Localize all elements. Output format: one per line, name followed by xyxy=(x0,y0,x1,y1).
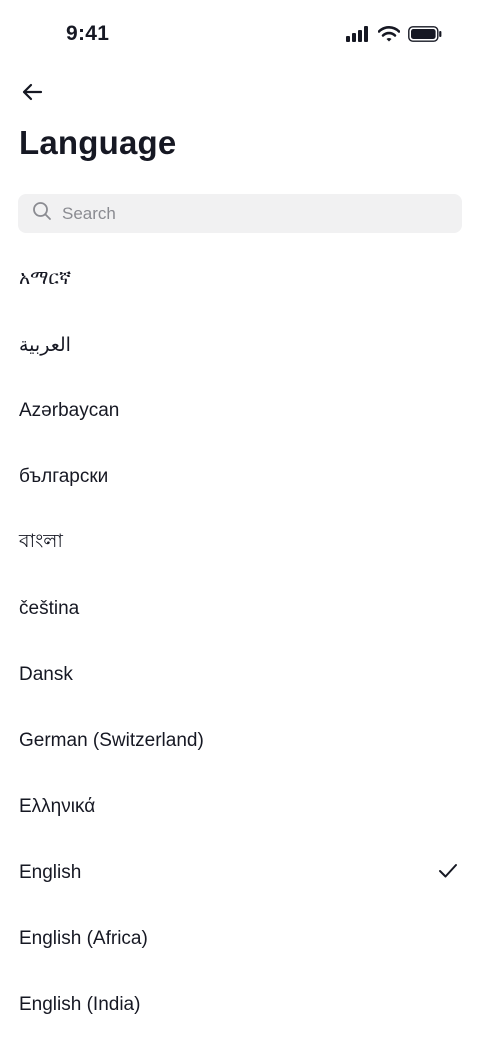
language-item-selected[interactable]: English xyxy=(0,840,480,906)
language-label: বাংলা xyxy=(19,531,63,552)
back-button[interactable] xyxy=(14,76,50,112)
status-bar: 9:41 xyxy=(0,0,480,72)
language-label: Dansk xyxy=(19,664,73,685)
language-list: አማርኛ العربية Azərbaycan български বাংলা … xyxy=(0,246,480,1038)
language-item[interactable]: English (Africa) xyxy=(0,906,480,972)
status-time: 9:41 xyxy=(66,22,110,45)
language-item[interactable]: Ελληνικά xyxy=(0,774,480,840)
page-title: Language xyxy=(19,124,177,161)
language-label: English (India) xyxy=(19,994,141,1015)
language-item[interactable]: العربية xyxy=(0,312,480,378)
wifi-icon xyxy=(377,26,401,47)
language-label: English xyxy=(19,862,82,883)
search-bar[interactable] xyxy=(18,194,462,233)
language-item[interactable]: Dansk xyxy=(0,642,480,708)
language-label: العربية xyxy=(19,334,71,356)
cellular-signal-icon xyxy=(346,26,370,47)
arrow-left-icon xyxy=(21,83,43,106)
language-label: български xyxy=(19,466,109,487)
language-label: čeština xyxy=(19,598,80,619)
language-item[interactable]: English (India) xyxy=(0,972,480,1038)
language-label: English (Africa) xyxy=(19,928,148,949)
language-item[interactable]: čeština xyxy=(0,576,480,642)
language-label: Azərbaycan xyxy=(19,400,120,421)
language-item[interactable]: Azərbaycan xyxy=(0,378,480,444)
search-icon xyxy=(32,201,52,226)
navigation-bar xyxy=(0,72,480,112)
language-label: German (Switzerland) xyxy=(19,730,204,751)
language-item[interactable]: বাংলা xyxy=(0,510,480,576)
language-label: Ελληνικά xyxy=(19,796,96,817)
status-icons xyxy=(346,26,442,47)
language-item[interactable]: German (Switzerland) xyxy=(0,708,480,774)
checkmark-icon xyxy=(438,863,458,884)
language-label: አማርኛ xyxy=(19,268,72,289)
language-item[interactable]: български xyxy=(0,444,480,510)
battery-icon xyxy=(408,26,442,47)
language-item[interactable]: አማርኛ xyxy=(0,246,480,312)
search-input[interactable] xyxy=(62,198,422,229)
